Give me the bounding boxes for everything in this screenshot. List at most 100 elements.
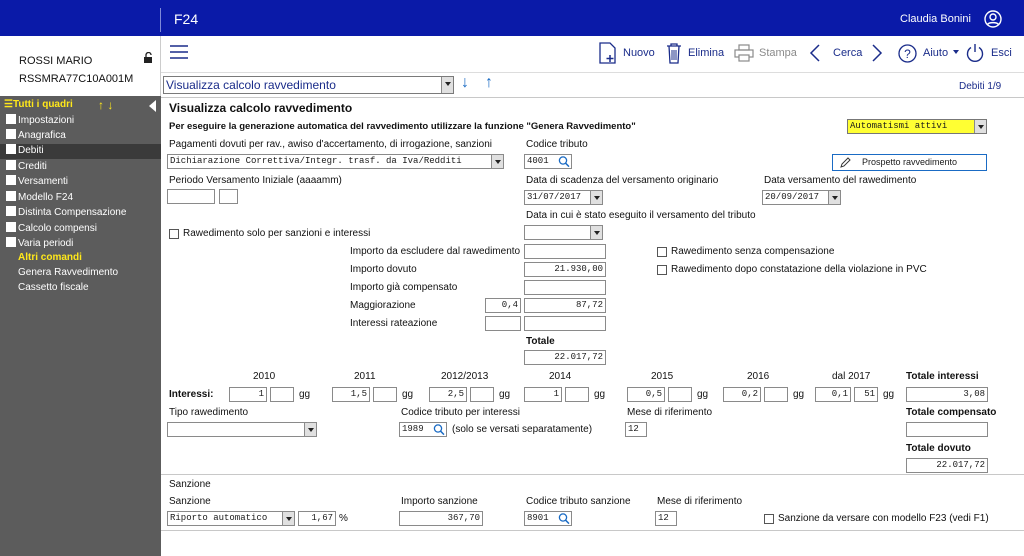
surcharge-field[interactable]: 87,72 xyxy=(524,298,606,313)
power-icon[interactable] xyxy=(965,43,985,63)
search-icon[interactable] xyxy=(557,512,571,525)
help-icon[interactable]: ? xyxy=(898,44,917,63)
executed-date-field[interactable] xyxy=(524,225,603,240)
checkbox-icon xyxy=(6,191,16,201)
after-violation-checkbox[interactable] xyxy=(657,265,667,275)
f23-checkbox[interactable] xyxy=(764,514,774,524)
interest-rate-2012-2013[interactable]: 2,5 xyxy=(429,387,467,402)
repentance-type-select[interactable] xyxy=(167,422,317,437)
due-date-field[interactable]: 31/07/2017 xyxy=(524,190,603,205)
interest-days-2011[interactable] xyxy=(373,387,397,402)
interest-year-2014: 2014 xyxy=(549,371,572,382)
chevron-down-icon[interactable] xyxy=(304,423,316,436)
new-button[interactable]: Nuovo xyxy=(623,47,655,59)
interest-days-2015[interactable] xyxy=(668,387,692,402)
command-cassetto-fiscale[interactable]: Cassetto fiscale xyxy=(18,281,168,296)
view-select[interactable]: Visualizza calcolo ravvedimento xyxy=(163,76,454,94)
sanction-code-field[interactable]: 8901 xyxy=(524,511,572,526)
chevron-left-icon[interactable] xyxy=(809,44,821,62)
ref-month-field[interactable]: 12 xyxy=(625,422,647,437)
arrow-down-icon[interactable]: ↓ xyxy=(461,74,469,92)
sanction-rate-field[interactable]: 1,67 xyxy=(298,511,336,526)
exit-button[interactable]: Esci xyxy=(991,47,1012,59)
search-icon[interactable] xyxy=(432,423,446,436)
compensated-field[interactable] xyxy=(524,280,606,295)
expand-collapse-arrows-icon[interactable]: ↑ ↓ xyxy=(98,98,113,112)
user-name[interactable]: Claudia Bonini xyxy=(900,13,971,25)
interest-rate-2011[interactable]: 1,5 xyxy=(332,387,370,402)
sidebar-item-debiti[interactable]: Debiti xyxy=(0,144,161,159)
sanction-select[interactable]: Riporto automatico xyxy=(167,511,295,526)
payments-select[interactable]: Dichiarazione Correttiva/Integr. trasf. … xyxy=(167,154,504,169)
user-icon[interactable] xyxy=(984,10,1002,28)
printer-icon[interactable] xyxy=(734,44,754,62)
unlock-icon[interactable] xyxy=(143,52,155,64)
interest-days-2016[interactable] xyxy=(764,387,788,402)
sidebar-item-versamenti[interactable]: Versamenti xyxy=(6,175,156,190)
trash-icon[interactable] xyxy=(666,42,682,64)
only-sanctions-checkbox[interactable] xyxy=(169,229,179,239)
chevron-right-icon[interactable] xyxy=(871,44,883,62)
sanction-ref-month-field[interactable]: 12 xyxy=(655,511,677,526)
help-dropdown-icon[interactable] xyxy=(953,50,959,54)
installment-interest-rate-field[interactable] xyxy=(485,316,521,331)
chevron-down-icon[interactable] xyxy=(974,120,986,133)
interest-rate-2014[interactable]: 1 xyxy=(524,387,562,402)
total-due-label: Totale dovuto xyxy=(906,443,971,454)
search-icon[interactable] xyxy=(557,155,571,168)
chevron-down-icon[interactable] xyxy=(828,191,840,204)
delete-button[interactable]: Elimina xyxy=(688,47,724,59)
exclude-field[interactable] xyxy=(524,244,606,259)
interest-days-2012-2013[interactable] xyxy=(470,387,494,402)
surcharge-rate-field[interactable]: 0,4 xyxy=(485,298,521,313)
interest-rate-2016[interactable]: 0,2 xyxy=(723,387,761,402)
command-genera-ravvedimento[interactable]: Genera Ravvedimento xyxy=(18,266,168,281)
chevron-down-icon[interactable] xyxy=(491,155,503,168)
search-button[interactable]: Cerca xyxy=(833,47,862,59)
initial-period-year-field[interactable] xyxy=(167,189,215,204)
list-icon: ☰ xyxy=(4,99,13,110)
no-compensation-checkbox[interactable] xyxy=(657,247,667,257)
sanction-ref-month-label: Mese di riferimento xyxy=(657,496,743,507)
help-button[interactable]: Aiuto xyxy=(923,47,948,59)
automation-select[interactable]: Automatismi attivi xyxy=(847,119,987,134)
sidebar-item-varia-periodi[interactable]: Varia periodi xyxy=(6,237,156,252)
sidebar-item-modello-f24[interactable]: Modello F24 xyxy=(6,191,156,206)
chevron-down-icon[interactable] xyxy=(590,191,602,204)
payment-date-field[interactable]: 20/09/2017 xyxy=(762,190,841,205)
interest-days-dal-2017[interactable]: 51 xyxy=(854,387,878,402)
chevron-down-icon[interactable] xyxy=(282,512,294,525)
installment-interest-field[interactable] xyxy=(524,316,606,331)
sidebar: ROSSI MARIO RSSMRA77C10A001M ☰Tutti i qu… xyxy=(0,36,161,556)
all-frames-toggle[interactable]: ☰Tutti i quadri xyxy=(4,99,73,110)
interest-rate-2010[interactable]: 1 xyxy=(229,387,267,402)
collapse-sidebar-icon[interactable] xyxy=(149,100,156,112)
arrow-up-icon[interactable]: ↑ xyxy=(485,74,493,92)
schema-button[interactable]: Prospetto ravvedimento xyxy=(832,154,987,171)
interest-days-2014[interactable] xyxy=(565,387,589,402)
interest-days-2010[interactable] xyxy=(270,387,294,402)
sidebar-item-impostazioni[interactable]: Impostazioni xyxy=(6,114,156,129)
interest-rate-dal-2017[interactable]: 0,1 xyxy=(815,387,851,402)
surcharge-label: Maggiorazione xyxy=(350,300,416,311)
interest-rate-2015[interactable]: 0,5 xyxy=(627,387,665,402)
sidebar-item-crediti[interactable]: Crediti xyxy=(6,160,156,175)
amount-due-field[interactable]: 21.930,00 xyxy=(524,262,606,277)
interest-code-label: Codice tributo per interessi xyxy=(401,407,520,418)
gg-label: gg xyxy=(499,389,511,400)
new-document-icon[interactable] xyxy=(598,42,618,64)
hamburger-menu-icon[interactable] xyxy=(169,44,189,60)
sanction-amount-field[interactable]: 367,70 xyxy=(399,511,483,526)
interest-code-field[interactable]: 1989 xyxy=(399,422,447,437)
gg-label: gg xyxy=(299,389,311,400)
gg-label: gg xyxy=(402,389,414,400)
sidebar-item-calcolo-compensi[interactable]: Calcolo compensi xyxy=(6,222,156,237)
print-button[interactable]: Stampa xyxy=(759,47,797,59)
total-interest-label: Totale interessi xyxy=(906,371,979,382)
chevron-down-icon[interactable] xyxy=(590,226,602,239)
initial-period-month-field[interactable] xyxy=(219,189,238,204)
sidebar-item-distinta-compensazione[interactable]: Distinta Compensazione xyxy=(6,206,156,221)
chevron-down-icon[interactable] xyxy=(441,77,453,93)
tax-code-field[interactable]: 4001 xyxy=(524,154,572,169)
sidebar-item-anagrafica[interactable]: Anagrafica xyxy=(6,129,156,144)
